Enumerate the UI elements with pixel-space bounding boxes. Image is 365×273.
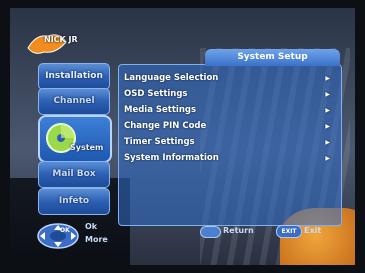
nav-item-label: Infeto	[58, 196, 90, 206]
nav-item-infeto[interactable]: Infeto	[38, 188, 110, 215]
menu-item-osd-settings[interactable]: OSD Settings ▶	[124, 87, 334, 102]
menu-item-media-settings[interactable]: Media Settings ▶	[124, 103, 334, 118]
ok-key-label: OK	[60, 227, 70, 234]
channel-logo-text: NICK JR	[44, 35, 78, 44]
dpad-icon	[37, 223, 79, 249]
nav-item-label: Mail Box	[52, 169, 96, 179]
menu-item-label: Timer Settings	[124, 137, 195, 147]
return-key-icon	[200, 226, 221, 238]
exit-key: EXIT	[276, 225, 302, 238]
menu-item-label: System Information	[124, 153, 219, 163]
nav-item-label: Installation	[45, 71, 103, 81]
nav-item-label: Channel	[53, 96, 95, 106]
chevron-right-icon: ▶	[325, 107, 330, 114]
ok-hint: Ok	[85, 222, 98, 231]
menu-item-label: Media Settings	[124, 105, 197, 115]
menu-item-timer-settings[interactable]: Timer Settings ▶	[124, 135, 334, 150]
nav-item-channel[interactable]: Channel	[38, 88, 110, 115]
nav-item-label: System	[70, 143, 104, 152]
exit-hint: Exit	[304, 226, 322, 235]
chevron-right-icon: ▶	[325, 75, 330, 82]
nav-item-mail-box[interactable]: Mail Box	[38, 161, 110, 188]
menu-item-language-selection[interactable]: Language Selection ▶	[124, 71, 334, 86]
chevron-right-icon: ▶	[325, 91, 330, 98]
chevron-right-icon: ▶	[325, 139, 330, 146]
menu-item-label: Language Selection	[124, 73, 219, 83]
chevron-right-icon: ▶	[325, 155, 330, 162]
panel-title: System Setup	[205, 49, 340, 66]
nav-item-installation[interactable]: Installation	[38, 63, 110, 90]
chevron-right-icon: ▶	[325, 123, 330, 130]
more-hint: More	[85, 235, 108, 244]
menu-item-label: Change PIN Code	[124, 121, 207, 131]
return-hint: Return	[223, 226, 254, 235]
menu-item-change-pin-code[interactable]: Change PIN Code ▶	[124, 119, 334, 134]
menu-item-system-information[interactable]: System Information ▶	[124, 151, 334, 166]
menu-item-label: OSD Settings	[124, 89, 188, 99]
nav-item-system[interactable]: System	[38, 115, 112, 163]
